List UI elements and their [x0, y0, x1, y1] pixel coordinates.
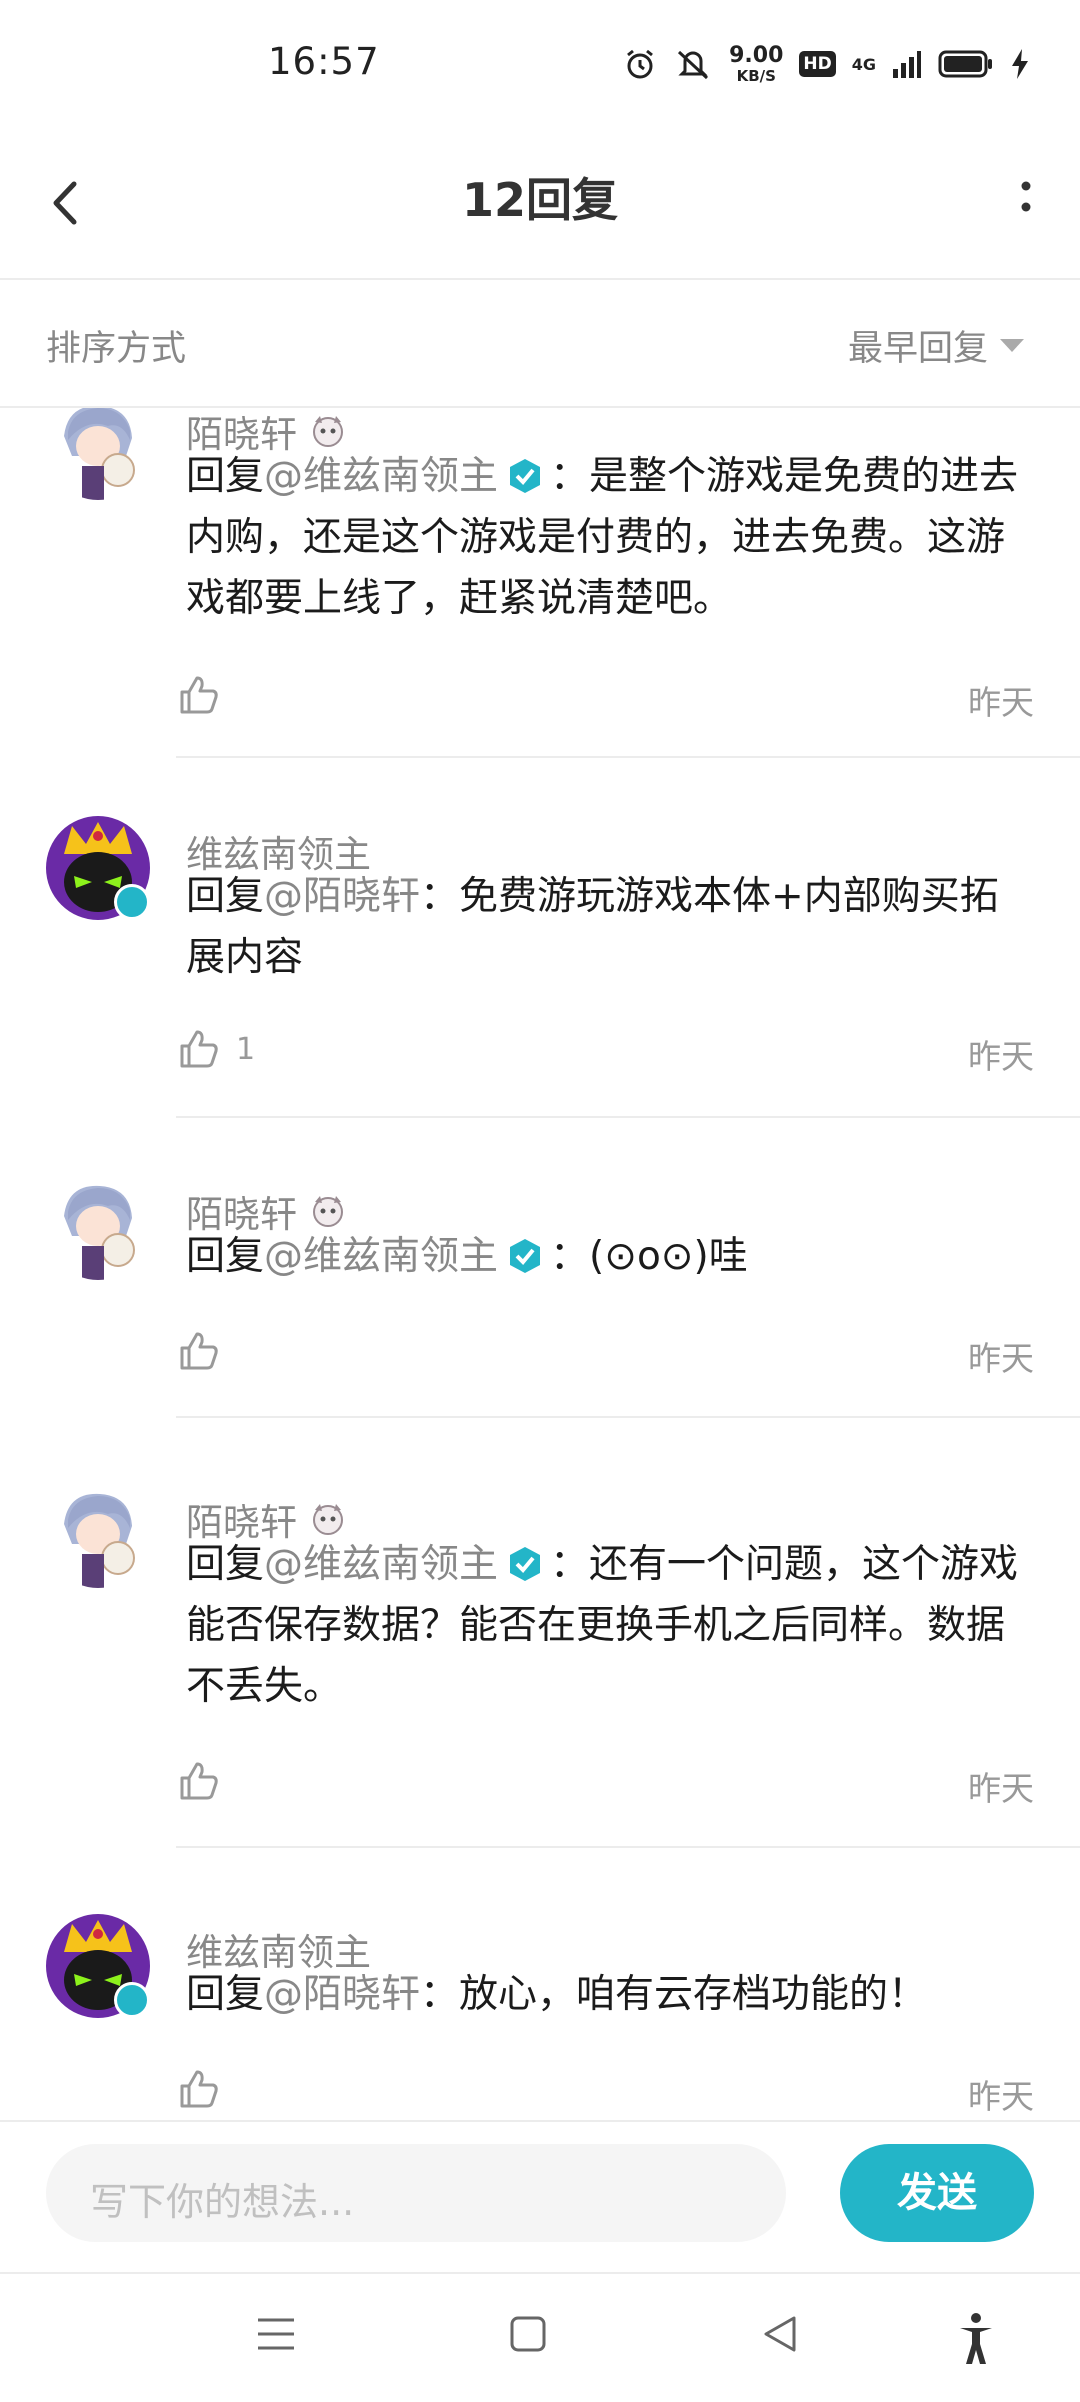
status-icons: 9.00 KB/S HD 4G	[623, 44, 1030, 84]
net-speed: 9.00 KB/S	[729, 42, 784, 85]
reply-time: 昨天	[968, 1339, 1034, 1378]
reply-input-bar: 写下你的想法... 发送	[0, 2120, 1080, 2272]
reply-time: 昨天	[968, 1037, 1034, 1076]
caret-down-icon	[1000, 339, 1024, 352]
send-button[interactable]: 发送	[840, 2144, 1034, 2242]
alarm-icon	[627, 49, 654, 79]
reply-time: 昨天	[968, 683, 1034, 722]
battery-icon	[938, 50, 992, 78]
status-bar: 16:57 9.00 KB/S HD 4G	[0, 0, 1080, 130]
status-time: 16:57	[268, 40, 380, 83]
more-vertical-icon[interactable]	[1016, 176, 1036, 236]
reply-time: 昨天	[968, 2077, 1034, 2116]
signal-icon	[893, 51, 921, 78]
charging-icon	[1012, 49, 1028, 79]
anime-avatar-image	[46, 408, 150, 500]
thumbs-up-icon	[180, 2070, 218, 2108]
avatar[interactable]	[46, 408, 150, 500]
reply-text: 回复@维兹南领主 ：是整个游戏是免费的进去内购，还是这个游戏是付费的，进去免费。这…	[186, 454, 1019, 621]
top-app-bar: 12回复	[0, 130, 1080, 280]
anime-avatar-image	[46, 1484, 150, 1588]
thumbs-up-icon	[180, 676, 218, 714]
network-type: 4G	[851, 54, 876, 74]
divider	[176, 1846, 1080, 1848]
mention-link[interactable]: @陌晓轩	[264, 874, 420, 919]
divider	[176, 756, 1080, 758]
avatar[interactable]	[46, 1484, 150, 1588]
like-button[interactable]	[178, 1330, 236, 1372]
mention-link[interactable]: @陌晓轩	[264, 1972, 420, 2017]
reply-input-placeholder: 写下你的想法...	[90, 2180, 355, 2224]
reply-text: 回复@陌晓轩：放心，咱有云存档功能的！	[186, 1972, 928, 2017]
net-speed-unit: KB/S	[736, 66, 776, 85]
home-square-icon[interactable]	[508, 2312, 548, 2356]
reply-text: 回复@陌晓轩：免费游玩游戏本体+内部购买拓展内容	[186, 874, 999, 980]
verified-avatar-badge	[114, 1982, 150, 2018]
thumbs-up-icon	[180, 1762, 218, 1800]
verified-badge-icon	[510, 1238, 541, 1273]
mention-link[interactable]: @维兹南领主	[264, 454, 498, 499]
mention-link[interactable]: @维兹南领主	[264, 1234, 498, 1279]
back-triangle-icon[interactable]	[760, 2312, 800, 2356]
reply-time: 昨天	[968, 1769, 1034, 1808]
verified-avatar-badge	[114, 884, 150, 920]
like-button[interactable]	[178, 1760, 236, 1802]
reply-list[interactable]: 陌晓轩 回复@维兹南领主 ：是整个游戏是免费的进去内购，还是这个游戏是付费的，进去…	[0, 408, 1080, 2118]
hd-badge: HD	[799, 51, 836, 77]
avatar[interactable]	[46, 1176, 150, 1280]
sort-label: 排序方式	[46, 329, 187, 369]
menu-icon[interactable]	[256, 2312, 296, 2356]
divider	[176, 1116, 1080, 1118]
verified-badge-icon	[510, 1546, 541, 1581]
verified-badge-icon	[510, 458, 541, 493]
like-button[interactable]	[178, 2068, 236, 2110]
mute-icon	[678, 50, 709, 80]
thumbs-up-icon	[180, 1332, 218, 1370]
pet-badge-icon	[313, 1196, 343, 1227]
reply-input[interactable]: 写下你的想法...	[46, 2144, 786, 2242]
net-speed-value: 9.00	[729, 42, 784, 68]
thumbs-up-icon	[180, 1030, 218, 1068]
pet-badge-icon	[313, 416, 343, 447]
reply-text: 回复@维兹南领主 ：还有一个问题，这个游戏能否保存数据？能否在更换手机之后同样。数…	[186, 1542, 1019, 1709]
like-button[interactable]: 1	[178, 1028, 255, 1070]
anime-avatar-image	[46, 1176, 150, 1280]
pet-badge-icon	[313, 1504, 343, 1535]
like-count: 1	[236, 1031, 256, 1067]
sort-value: 最早回复	[847, 329, 988, 369]
sort-dropdown[interactable]: 最早回复	[848, 320, 1024, 371]
divider	[176, 1416, 1080, 1418]
sort-bar: 排序方式 最早回复	[0, 280, 1080, 408]
page-title: 12回复	[461, 173, 618, 227]
system-nav-bar	[0, 2272, 1080, 2402]
reply-text: 回复@维兹南领主 ：(⊙o⊙)哇	[186, 1234, 748, 1279]
mention-link[interactable]: @维兹南领主	[264, 1542, 498, 1587]
like-button[interactable]	[178, 674, 236, 716]
accessibility-icon[interactable]	[956, 2312, 996, 2368]
